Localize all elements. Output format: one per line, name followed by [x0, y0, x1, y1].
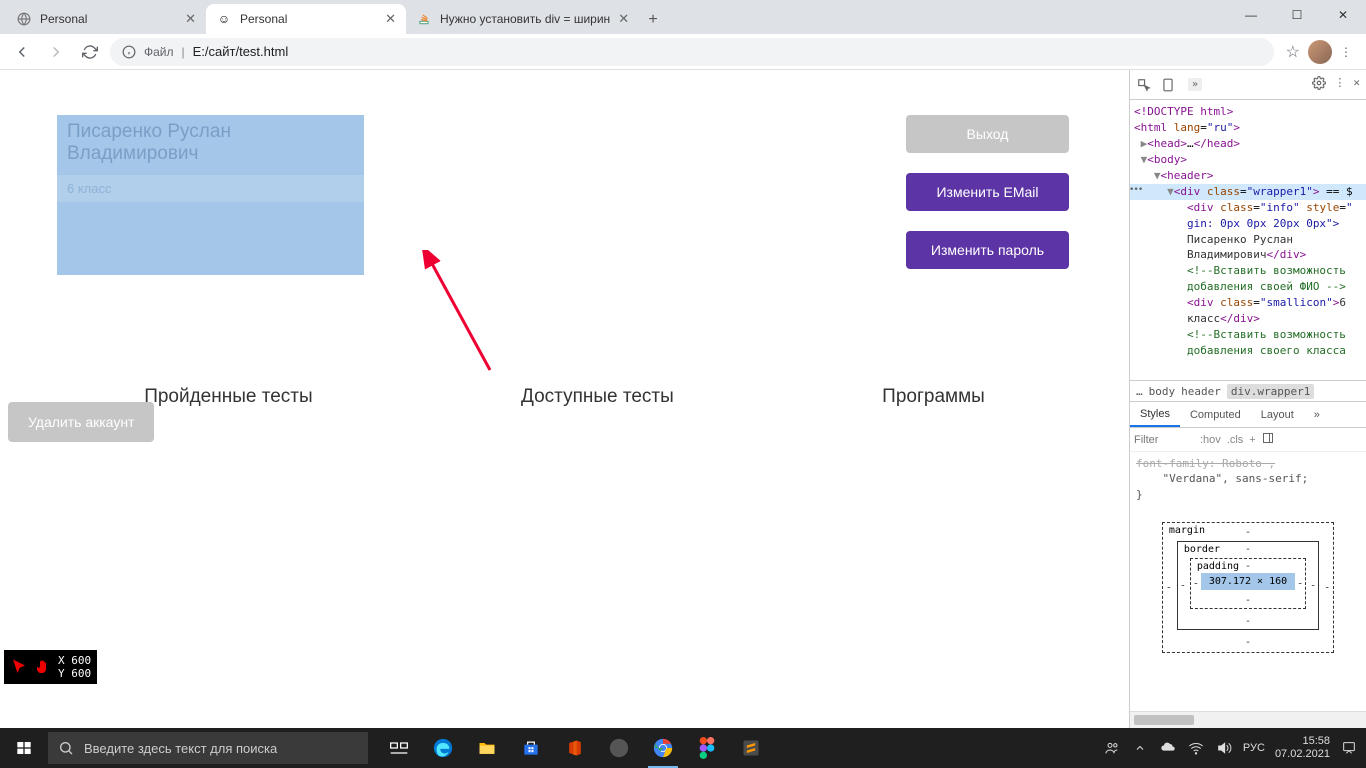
layout-tab[interactable]: Layout: [1251, 402, 1304, 427]
tray-people-icon[interactable]: [1103, 740, 1121, 756]
maximize-button[interactable]: ☐: [1274, 0, 1320, 30]
store-icon[interactable]: [510, 728, 552, 768]
system-tray: РУС 15:58 07.02.2021: [1095, 735, 1366, 761]
delete-account-button[interactable]: Удалить аккаунт: [8, 402, 154, 442]
inspect-icon[interactable]: [1136, 77, 1152, 93]
office-icon[interactable]: [554, 728, 596, 768]
browser-tab-1[interactable]: Personal ✕: [6, 4, 206, 34]
browser-tab-strip: Personal ✕ ☺ Personal ✕ Нужно установить…: [0, 0, 1366, 34]
xbox-icon[interactable]: [598, 728, 640, 768]
wrapper-selected[interactable]: Писаренко Руслан Владимирович 6 класс: [57, 115, 364, 275]
globe-icon: [16, 11, 32, 27]
computed-tab[interactable]: Computed: [1180, 402, 1251, 427]
section-available-tests: Доступные тесты: [521, 386, 674, 408]
devtools-close-icon[interactable]: ✕: [1353, 76, 1360, 93]
pointer-red-icon: [10, 658, 28, 676]
styles-filter-input[interactable]: [1134, 434, 1194, 446]
task-view-icon[interactable]: [378, 728, 420, 768]
change-password-button[interactable]: Изменить пароль: [906, 231, 1069, 269]
minimize-button[interactable]: —: [1228, 0, 1274, 30]
section-programs: Программы: [882, 386, 985, 408]
close-icon[interactable]: ✕: [618, 11, 629, 27]
tray-onedrive-icon[interactable]: [1159, 740, 1177, 756]
section-passed-tests: Пройденные тесты: [144, 386, 312, 408]
device-icon[interactable]: [1160, 77, 1176, 93]
url-input[interactable]: Файл | E:/сайт/test.html: [110, 38, 1274, 66]
url-label: Файл: [144, 45, 174, 59]
profile-avatar[interactable]: [1308, 40, 1332, 64]
cursor-arrow-annotation: [420, 250, 510, 380]
url-text: E:/сайт/test.html: [193, 44, 289, 59]
search-placeholder: Введите здесь текст для поиска: [84, 741, 277, 756]
exit-button[interactable]: Выход: [906, 115, 1069, 153]
cls-toggle[interactable]: .cls: [1227, 434, 1244, 446]
tab-title: Нужно установить div = ширин: [440, 12, 610, 26]
hand-red-icon: [34, 658, 52, 676]
devtools-menu-icon[interactable]: ⋮: [1334, 76, 1345, 93]
styles-filter-bar: :hov .cls +: [1130, 428, 1366, 452]
styles-tab[interactable]: Styles: [1130, 402, 1180, 427]
taskbar: Введите здесь текст для поиска РУС 15:58…: [0, 728, 1366, 768]
css-rules[interactable]: font-family: Roboto , "Verdana", sans-se…: [1130, 452, 1366, 506]
tray-notifications-icon[interactable]: [1340, 740, 1358, 756]
elements-tab[interactable]: »: [1188, 78, 1202, 91]
taskbar-search[interactable]: Введите здесь текст для поиска: [48, 732, 368, 764]
user-name: Писаренко Руслан Владимирович: [57, 115, 364, 175]
page-viewport: Писаренко Руслан Владимирович 6 класс Вы…: [0, 70, 1129, 728]
new-tab-button[interactable]: +: [639, 6, 667, 34]
stackoverflow-icon: [416, 11, 432, 27]
star-icon[interactable]: ☆: [1286, 42, 1300, 62]
windows-icon: [16, 740, 32, 756]
chrome-icon[interactable]: [642, 728, 684, 768]
styles-tabs: Styles Computed Layout »: [1130, 402, 1366, 428]
browser-tab-3[interactable]: Нужно установить div = ширин ✕: [406, 4, 639, 34]
address-bar: Файл | E:/сайт/test.html ☆ ⋮: [0, 34, 1366, 70]
reload-button[interactable]: [76, 38, 104, 66]
change-email-button[interactable]: Изменить EMail: [906, 173, 1069, 211]
coord-x: X 600: [58, 654, 91, 667]
panel-toggle-icon[interactable]: [1262, 432, 1274, 447]
coordinate-widget: X 600 Y 600: [4, 650, 97, 684]
menu-icon[interactable]: ⋮: [1340, 45, 1352, 59]
dom-tree[interactable]: <!DOCTYPE html> <html lang="ru"> ▶<head>…: [1130, 100, 1366, 380]
devtools-toolbar: » ⋮ ✕: [1130, 70, 1366, 100]
sublime-icon[interactable]: [730, 728, 772, 768]
browser-tab-2[interactable]: ☺ Personal ✕: [206, 4, 406, 34]
devtools-settings-icon[interactable]: [1312, 76, 1326, 93]
devtools-h-scrollbar[interactable]: [1130, 711, 1366, 728]
tray-chevron-icon[interactable]: [1131, 742, 1149, 754]
tab-title: Personal: [40, 12, 177, 26]
search-icon: [58, 740, 74, 756]
add-rule-icon[interactable]: +: [1249, 434, 1255, 446]
explorer-icon[interactable]: [466, 728, 508, 768]
hov-toggle[interactable]: :hov: [1200, 434, 1221, 446]
box-model-content: 307.172 × 160: [1201, 573, 1295, 590]
forward-button[interactable]: [42, 38, 70, 66]
tray-network-icon[interactable]: [1187, 740, 1205, 756]
coord-y: Y 600: [58, 667, 91, 680]
tray-clock[interactable]: 15:58 07.02.2021: [1275, 735, 1330, 761]
smiley-icon: ☺: [216, 11, 232, 27]
edge-icon[interactable]: [422, 728, 464, 768]
tray-volume-icon[interactable]: [1215, 740, 1233, 756]
start-button[interactable]: [0, 728, 48, 768]
figma-icon[interactable]: [686, 728, 728, 768]
window-controls: — ☐ ✕: [1228, 0, 1366, 30]
close-icon[interactable]: ✕: [185, 11, 196, 27]
more-tabs[interactable]: »: [1304, 402, 1330, 427]
tray-language[interactable]: РУС: [1243, 742, 1265, 754]
close-window-button[interactable]: ✕: [1320, 0, 1366, 30]
close-icon[interactable]: ✕: [385, 11, 396, 27]
dom-breadcrumb[interactable]: … body header div.wrapper1: [1130, 380, 1366, 402]
back-button[interactable]: [8, 38, 36, 66]
user-class: 6 класс: [57, 175, 364, 202]
tab-title: Personal: [240, 12, 377, 26]
info-icon: [122, 45, 136, 59]
devtools-panel: » ⋮ ✕ <!DOCTYPE html> <html lang="ru"> ▶…: [1129, 70, 1366, 728]
box-model: margin - - - - border - - - - padding - …: [1130, 506, 1366, 711]
